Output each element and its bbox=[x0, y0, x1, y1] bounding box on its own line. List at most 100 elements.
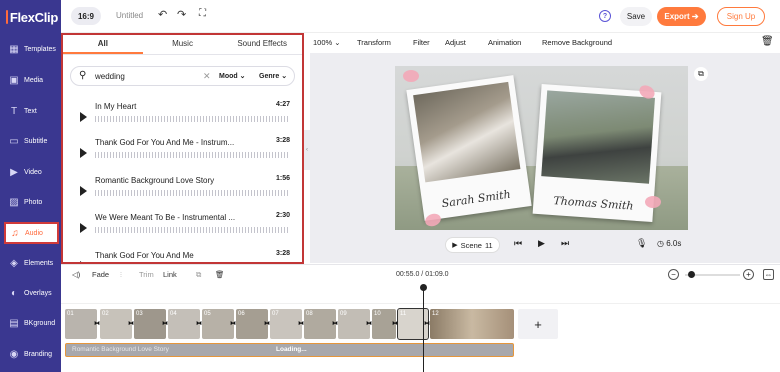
animation-button[interactable]: Animation bbox=[488, 33, 521, 53]
sidebar-item-branding[interactable]: ◉ Branding bbox=[0, 339, 61, 369]
sidebar-item-photo[interactable]: ▨ Photo bbox=[0, 187, 61, 217]
project-title[interactable]: Untitled bbox=[116, 11, 143, 20]
transform-button[interactable]: Transform bbox=[357, 33, 391, 53]
bride-photo-card[interactable]: Sarah Smith bbox=[406, 75, 532, 221]
export-label: Export bbox=[664, 12, 690, 21]
timeline-clip[interactable]: 12 bbox=[430, 309, 514, 339]
sidebar-item-audio[interactable]: ♫ Audio bbox=[4, 222, 59, 244]
filter-button[interactable]: Filter bbox=[413, 33, 430, 53]
track-name: In My Heart bbox=[95, 102, 137, 111]
track-name: Romantic Background Love Story bbox=[95, 176, 215, 185]
microphone-icon[interactable]: 🎙 bbox=[636, 238, 647, 249]
zoom-slider-handle[interactable] bbox=[688, 271, 695, 278]
tab-sound-effects[interactable]: Sound Effects bbox=[222, 35, 302, 54]
tab-all[interactable]: All bbox=[63, 35, 143, 54]
fullscreen-icon[interactable]: ⛶ bbox=[199, 8, 206, 19]
mood-label: Mood bbox=[219, 73, 238, 80]
play-icon: ▶ bbox=[452, 242, 458, 249]
delete-icon[interactable]: 🗑 bbox=[761, 36, 774, 47]
fade-button[interactable]: Fade bbox=[92, 270, 109, 279]
add-clip-button[interactable]: + bbox=[518, 309, 558, 339]
split-icon[interactable]: ⫶ bbox=[120, 270, 122, 280]
undo-icon[interactable]: ↶ bbox=[158, 8, 167, 21]
aspect-ratio-button[interactable]: 16:9 bbox=[71, 7, 101, 25]
play-icon[interactable] bbox=[80, 186, 87, 196]
track-item[interactable]: Thank God For You And Me 3:28 bbox=[77, 249, 290, 262]
copy-icon[interactable]: ⧉ bbox=[196, 270, 201, 280]
transition-icon[interactable]: ⧓ bbox=[128, 320, 134, 327]
transition-icon[interactable]: ⧓ bbox=[230, 320, 236, 327]
scene-preview[interactable]: Sarah Smith Thomas Smith bbox=[395, 66, 688, 230]
zoom-out-icon[interactable]: − bbox=[668, 269, 679, 280]
audio-track-clip[interactable]: Romantic Background Love Story Loading..… bbox=[65, 343, 514, 357]
flexclip-editor: FlexClip ▦ Templates ▣ Media T Text ▭ Su… bbox=[0, 0, 780, 372]
next-scene-icon[interactable]: ⏭ bbox=[561, 238, 569, 249]
duplicate-icon[interactable]: ⧉ bbox=[694, 67, 708, 81]
link-button[interactable]: Link bbox=[163, 270, 177, 279]
remove-background-button[interactable]: Remove Background bbox=[542, 33, 612, 53]
transition-icon[interactable]: ⧓ bbox=[94, 320, 100, 327]
timeline-time: 00:55.0 / 01:09.0 bbox=[396, 271, 449, 278]
petal-decoration bbox=[403, 70, 419, 82]
trim-button[interactable]: Trim bbox=[139, 270, 154, 279]
transition-icon[interactable]: ⧓ bbox=[162, 320, 168, 327]
tab-music[interactable]: Music bbox=[143, 35, 223, 54]
clear-icon[interactable]: ✕ bbox=[203, 71, 211, 82]
groom-photo-card[interactable]: Thomas Smith bbox=[532, 83, 662, 223]
clip-number: 12 bbox=[432, 311, 439, 317]
track-name: Thank God For You And Me bbox=[95, 251, 194, 260]
sidebar-item-label: Video bbox=[24, 168, 42, 176]
previous-scene-icon[interactable]: ⏮ bbox=[514, 238, 522, 249]
scene-selector[interactable]: ▶ Scene 11 bbox=[445, 237, 500, 253]
transition-icon[interactable]: ⧓ bbox=[392, 320, 398, 327]
search-input[interactable]: wedding bbox=[95, 72, 125, 81]
scene-duration[interactable]: ◷ 6.0s bbox=[657, 239, 681, 248]
track-duration: 4:27 bbox=[275, 101, 290, 108]
genre-dropdown[interactable]: Genre ⌄ bbox=[259, 72, 287, 80]
playhead-handle[interactable] bbox=[420, 284, 427, 291]
volume-icon[interactable]: ◁) bbox=[72, 270, 80, 279]
mood-dropdown[interactable]: Mood ⌄ bbox=[219, 72, 246, 80]
transition-icon[interactable]: ⧓ bbox=[264, 320, 270, 327]
adjust-button[interactable]: Adjust bbox=[445, 33, 466, 53]
track-duration: 2:30 bbox=[275, 212, 290, 219]
clip-number: 07 bbox=[272, 311, 279, 317]
playhead[interactable] bbox=[423, 286, 424, 372]
sidebar-item-video[interactable]: ▶ Video bbox=[0, 157, 61, 187]
sidebar-item-elements[interactable]: ◈ Elements bbox=[0, 248, 61, 278]
audio-panel: All Music Sound Effects ⚲ wedding ✕ Mood… bbox=[61, 33, 304, 264]
track-item[interactable]: We Were Meant To Be - Instrumental ... 2… bbox=[77, 211, 290, 247]
transition-icon[interactable]: ⧓ bbox=[196, 320, 202, 327]
track-item[interactable]: Romantic Background Love Story 1:56 bbox=[77, 174, 290, 210]
sidebar-item-media[interactable]: ▣ Media bbox=[0, 65, 61, 95]
transition-icon[interactable]: ⧓ bbox=[298, 320, 304, 327]
waveform bbox=[95, 116, 290, 122]
play-icon[interactable] bbox=[80, 148, 87, 158]
help-icon[interactable]: ? bbox=[599, 10, 611, 22]
sidebar-item-bkground[interactable]: ▤ BKground bbox=[0, 308, 61, 338]
sign-up-button[interactable]: Sign Up bbox=[717, 7, 765, 26]
sidebar-item-subtitle[interactable]: ▭ Subtitle bbox=[0, 126, 61, 156]
play-icon[interactable] bbox=[80, 112, 87, 122]
transition-icon[interactable]: ⧓ bbox=[424, 320, 430, 327]
export-button[interactable]: Export ➔ bbox=[657, 7, 706, 26]
zoom-dropdown[interactable]: 100% ⌄ bbox=[313, 33, 341, 53]
sidebar-item-templates[interactable]: ▦ Templates bbox=[0, 34, 61, 64]
track-item[interactable]: Thank God For You And Me - Instrum... 3:… bbox=[77, 136, 290, 172]
clip-number: 02 bbox=[102, 311, 109, 317]
zoom-in-icon[interactable]: + bbox=[743, 269, 754, 280]
track-item[interactable]: In My Heart 4:27 bbox=[77, 100, 290, 136]
sidebar-item-text[interactable]: T Text bbox=[0, 96, 61, 126]
save-button[interactable]: Save bbox=[620, 7, 652, 26]
transition-icon[interactable]: ⧓ bbox=[366, 320, 372, 327]
play-icon[interactable]: ▶ bbox=[538, 238, 545, 249]
play-icon[interactable] bbox=[80, 223, 87, 233]
transition-icon[interactable]: ⧓ bbox=[332, 320, 338, 327]
redo-icon[interactable]: ↷ bbox=[177, 8, 186, 21]
sidebar-item-overlays[interactable]: ◐ Overlays bbox=[0, 278, 61, 308]
flexclip-logo[interactable]: FlexClip bbox=[6, 8, 58, 26]
audio-clip-name: Romantic Background Love Story bbox=[72, 346, 169, 353]
timeline-clip[interactable]: 01 bbox=[65, 309, 97, 339]
delete-icon[interactable]: 🗑 bbox=[215, 270, 225, 279]
fit-timeline-icon[interactable]: ⇔ bbox=[763, 269, 774, 280]
